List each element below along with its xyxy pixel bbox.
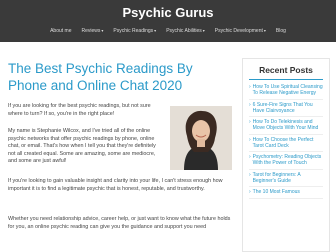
list-item: › Tarot for Beginners: A Beginner's Guide (249, 170, 323, 187)
recent-posts-list: › How To Use Spiritual Cleansing To Relea… (249, 82, 323, 199)
chevron-down-icon: ▾ (154, 28, 157, 33)
site-header: Psychic Gurus About me Reviews▾ Psychic … (0, 0, 336, 42)
chevron-down-icon: ▾ (202, 28, 205, 33)
chevron-right-icon: › (249, 84, 251, 90)
post-paragraph: If you're looking to gain valuable insig… (8, 178, 223, 192)
chevron-right-icon: › (249, 136, 251, 143)
chevron-right-icon: › (249, 171, 251, 178)
recent-post-link[interactable]: Tarot for Beginners: A Beginner's Guide (253, 172, 323, 184)
nav-item-psychic-abilities[interactable]: Psychic Abilities▾ (166, 25, 205, 37)
author-photo (170, 106, 232, 170)
list-item: › How To Choose the Perfect Tarot Card De… (249, 135, 323, 152)
sidebar-title: Recent Posts (259, 65, 313, 75)
recent-post-link[interactable]: The 10 Most Famous (253, 189, 300, 195)
list-item: › How To Use Spiritual Cleansing To Relea… (249, 82, 323, 100)
chevron-right-icon: › (249, 119, 251, 125)
list-item: › The 10 Most Famous (249, 187, 323, 199)
chevron-right-icon: › (249, 189, 251, 195)
chevron-down-icon: ▾ (263, 28, 266, 33)
list-item: › How To Do Telekinesis and Move Objects … (249, 117, 323, 135)
divider (249, 79, 323, 80)
author-portrait-image (170, 106, 232, 170)
nav-label: Psychic Development (214, 28, 263, 34)
recent-post-link[interactable]: How To Choose the Perfect Tarot Card Dec… (253, 137, 323, 149)
recent-post-link[interactable]: 6 Sure-Fire Signs That You Have Clairvoy… (253, 102, 323, 114)
nav-item-reviews[interactable]: Reviews▾ (82, 25, 104, 37)
main-nav: About me Reviews▾ Psychic Readings▾ Psyc… (0, 25, 336, 37)
nav-item-about-me[interactable]: About me (50, 25, 71, 37)
nav-label: About me (50, 28, 72, 34)
nav-label: Psychic Abilities (166, 28, 202, 34)
recent-post-link[interactable]: Psychometry: Reading Objects With the Po… (253, 154, 323, 166)
post-paragraph: Whether you need relationship advice, ca… (8, 216, 231, 230)
nav-item-psychic-readings[interactable]: Psychic Readings▾ (113, 25, 156, 37)
recent-post-link[interactable]: How To Use Spiritual Cleansing To Releas… (253, 84, 323, 96)
list-item: › Psychometry: Reading Objects With the P… (249, 152, 323, 170)
nav-item-psychic-development[interactable]: Psychic Development▾ (215, 25, 266, 37)
site-title[interactable]: Psychic Gurus (0, 5, 336, 20)
nav-label: Psychic Readings (113, 28, 154, 34)
post-paragraph: My name is Stephanie Wilcox, and I've tr… (8, 128, 156, 165)
chevron-right-icon: › (249, 101, 251, 108)
nav-label: Reviews (81, 28, 101, 34)
recent-post-link[interactable]: How To Do Telekinesis and Move Objects W… (253, 119, 323, 131)
post-title: The Best Psychic Readings By Phone and O… (8, 61, 193, 93)
post-header: The Best Psychic Readings By Phone and O… (8, 60, 234, 94)
nav-item-blog[interactable]: Blog (276, 25, 286, 37)
sidebar: Recent Posts › How To Use Spiritual Clean… (242, 58, 330, 252)
chevron-right-icon: › (249, 154, 251, 160)
chevron-down-icon: ▾ (101, 28, 104, 33)
nav-label: Blog (275, 28, 286, 34)
list-item: › 6 Sure-Fire Signs That You Have Clairvo… (249, 100, 323, 117)
post-intro: If you are looking for the best psychic … (8, 103, 151, 117)
